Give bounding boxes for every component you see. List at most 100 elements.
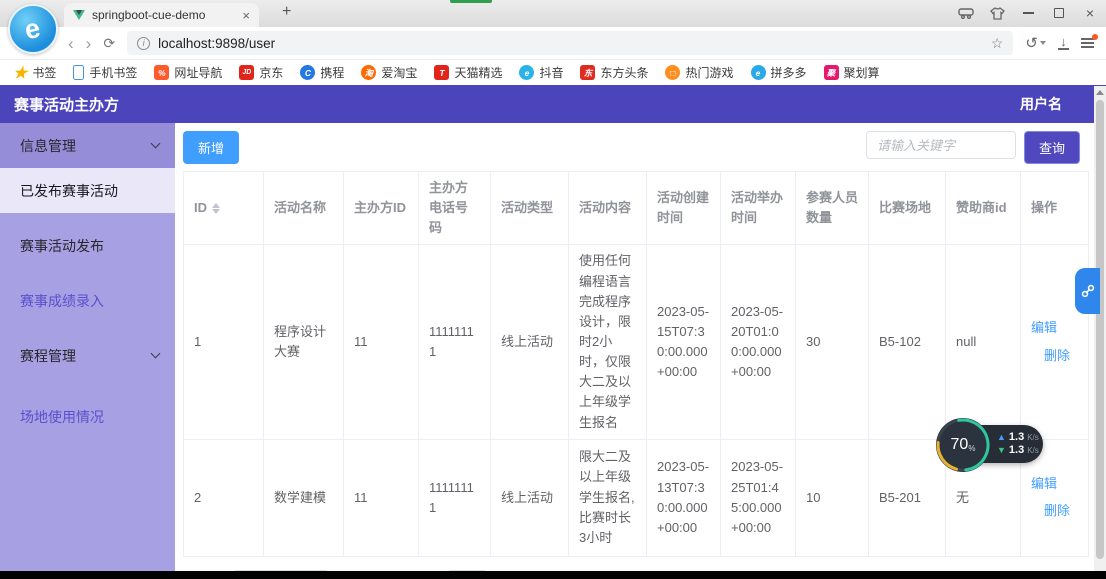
table-cell: 2 (183, 438, 264, 557)
bookmark-item[interactable]: C 携程 (300, 64, 344, 81)
theme-skin-icon[interactable] (989, 5, 1005, 21)
delete-link[interactable]: 删除 (1044, 501, 1078, 521)
back-button[interactable]: ‹ (68, 35, 74, 52)
sort-icon[interactable] (212, 202, 220, 215)
bookmark-item[interactable]: e 抖音 (519, 64, 563, 81)
recently-closed-button[interactable]: ↺ (1025, 34, 1046, 52)
tab-title: springboot-cue-demo (92, 8, 206, 22)
gauge-percent: 70% (935, 417, 991, 473)
window-controls: × (958, 5, 1098, 21)
sidebar-group-schedule[interactable]: 赛程管理 (0, 333, 175, 378)
scrollbar[interactable] (1094, 86, 1106, 571)
bookmark-item[interactable]: JD 京东 (239, 64, 283, 81)
column-header: 主办方ID (343, 170, 419, 246)
minimize-button[interactable] (1020, 5, 1036, 21)
sidebar-item-label: 信息管理 (20, 137, 76, 154)
table-cell: 线上活动 (490, 438, 569, 557)
sidebar-group-info[interactable]: 信息管理 (0, 123, 175, 168)
site-info-icon[interactable]: i (137, 36, 151, 50)
edit-link[interactable]: 编辑 (1031, 318, 1078, 338)
star-icon: ★ (13, 64, 28, 82)
download-icon[interactable]: ↓ (1058, 35, 1069, 51)
menu-icon[interactable] (1081, 33, 1098, 49)
query-button[interactable]: 查询 (1023, 131, 1080, 164)
table-cell: 30 (795, 244, 869, 440)
sidebar-item-venue-usage[interactable]: 场地使用情况 (0, 394, 175, 439)
table-cell: 10 (795, 438, 869, 557)
sidebar-tool-handle[interactable] (1075, 268, 1100, 314)
search-group: 查询 (865, 131, 1080, 164)
table-header-row: ID 活动名称 主办方ID 主办方电话号码 活动类型 活动内容 活动创建时间 活… (183, 170, 1089, 246)
sidebar-item-score-entry[interactable]: 赛事成绩录入 (0, 278, 175, 323)
notification-dot (1092, 33, 1098, 40)
sidebar-item-published-events[interactable]: 已发布赛事活动 (0, 168, 175, 213)
favorite-star-icon[interactable]: ☆ (991, 35, 1004, 52)
taobao-icon: 淘 (361, 65, 377, 80)
delete-link[interactable]: 删除 (1044, 346, 1078, 366)
bookmark-label: 网址导航 (174, 66, 223, 80)
tab-close-icon[interactable]: × (242, 8, 250, 23)
bookmark-item[interactable]: ★ 书签 (13, 63, 56, 83)
games-icon: □ (665, 65, 681, 80)
bookmark-item[interactable]: 东东方头条 (580, 64, 648, 81)
table-cell: 2023-05-13T07:30:00.000+00:00 (646, 438, 721, 557)
bookmark-item[interactable]: 手机书签 (73, 64, 137, 81)
column-header: 赞助商id (945, 170, 1021, 246)
browser-tab[interactable]: springboot-cue-demo × (64, 3, 259, 27)
chevron-down-icon (150, 138, 161, 149)
bookmark-label: 天猫精选 (454, 66, 503, 80)
table-cell: 1 (183, 244, 264, 440)
column-header-id[interactable]: ID (183, 170, 264, 246)
bookmark-item[interactable]: e 拼多多 (750, 64, 807, 81)
new-tab-button[interactable]: + (282, 3, 291, 21)
table-cell: B5-201 (868, 438, 946, 557)
table-cell: 2023-05-20T01:00:00.000+00:00 (720, 244, 796, 440)
add-button[interactable]: 新增 (183, 131, 240, 164)
sidebar: 信息管理 已发布赛事活动 赛事活动发布 赛事成绩录入 赛程管理 场地使用情况 (0, 123, 175, 571)
chevron-down-icon (150, 348, 161, 359)
browser-widget-icon[interactable] (958, 5, 974, 21)
bookmark-item[interactable]: 淘爱淘宝 (361, 64, 417, 81)
restore-button[interactable] (1051, 5, 1067, 21)
bookmark-label: 手机书签 (89, 66, 138, 80)
reload-button[interactable]: ⟳ (103, 35, 115, 52)
table-cell: 线上活动 (490, 244, 569, 440)
table-cell: 限大二及以上年级学生报名,比赛时长3小时 (568, 438, 647, 557)
bookmark-label: 书签 (32, 66, 57, 80)
jd-icon: JD (239, 65, 255, 80)
sidebar-item-publish-event[interactable]: 赛事活动发布 (0, 223, 175, 268)
bookmark-item[interactable]: □ 热门游戏 (665, 64, 734, 81)
url-bar[interactable]: i localhost:9898/user ☆ (127, 31, 1014, 55)
navigation-bar: ‹ › ⟳ i localhost:9898/user ☆ ↺ ↓ (0, 27, 1106, 60)
username[interactable]: 用户名 (1020, 94, 1062, 114)
speed-monitor-widget[interactable]: ▲ 1.3 K/s ▼ 1.3 K/s 70% (935, 417, 1045, 477)
scrollbar-thumb[interactable] (1096, 100, 1104, 559)
bookmark-label: 拼多多 (770, 66, 807, 80)
bookmark-item[interactable]: 聚聚划算 (823, 64, 880, 81)
column-header: 主办方电话号码 (418, 170, 491, 246)
scroll-up-icon[interactable] (1096, 90, 1104, 95)
vue-favicon-icon (73, 10, 85, 20)
table-cell: 数学建模 (263, 438, 344, 557)
sidebar-item-label: 已发布赛事活动 (20, 182, 118, 199)
bookmarks-bar: ★ 书签 手机书签 % 网址导航 JD 京东 C 携程 淘爱淘宝 T 天猫精选 e 抖音 东… (0, 60, 1106, 85)
memory-gauge[interactable]: 70% (935, 417, 991, 473)
sidebar-item-label: 赛事活动发布 (20, 237, 104, 254)
close-button[interactable]: × (1082, 5, 1098, 21)
bookmark-item[interactable]: T 天猫精选 (434, 64, 502, 81)
bookmark-item[interactable]: % 网址导航 (154, 64, 222, 81)
column-header: 活动举办时间 (720, 170, 796, 246)
browser-logo-icon[interactable]: e (8, 4, 58, 54)
bookmark-label: 抖音 (539, 66, 564, 80)
table-cell: 11 (343, 244, 419, 440)
table-cell: 11111111 (418, 438, 491, 557)
forward-button[interactable]: › (86, 35, 92, 52)
search-input[interactable] (865, 131, 1016, 159)
edit-link[interactable]: 编辑 (1031, 474, 1078, 494)
table-cell: 2023-05-25T01:45:00.000+00:00 (720, 438, 796, 557)
tab-bar: e springboot-cue-demo × + × (0, 0, 1106, 54)
gauge-percent-value: 70 (950, 436, 969, 453)
page-layout: 信息管理 已发布赛事活动 赛事活动发布 赛事成绩录入 赛程管理 场地使用情况 新… (0, 123, 1106, 579)
column-header: 活动创建时间 (646, 170, 721, 246)
browser-window: e springboot-cue-demo × + × ‹ › ⟳ i loca… (0, 0, 1106, 579)
